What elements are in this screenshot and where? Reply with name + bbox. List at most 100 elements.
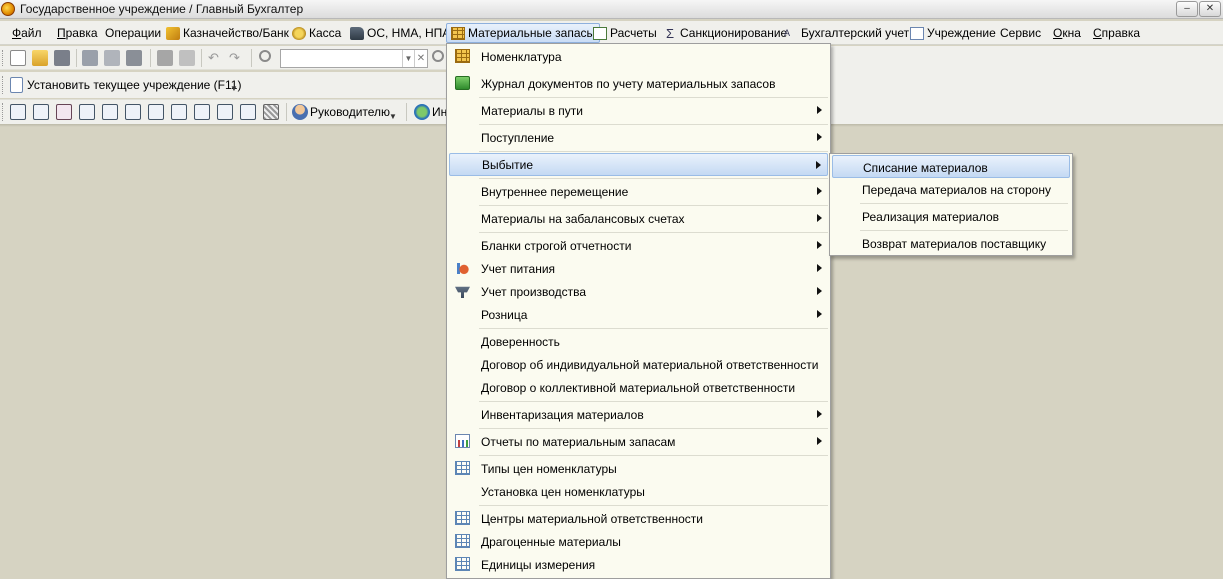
menu-help[interactable]: Справка — [1089, 23, 1144, 43]
menu-item-strict-forms[interactable]: Бланки строгой отчетности — [449, 234, 828, 257]
menu-settlements[interactable]: Расчеты — [589, 23, 661, 43]
menu-item-inventory[interactable]: Инвентаризация материалов — [449, 403, 828, 426]
menu-edit[interactable]: Правка — [53, 23, 102, 43]
undo-icon[interactable]: ↶ — [208, 50, 224, 66]
submenu-item-sale[interactable]: Реализация материалов — [832, 205, 1070, 228]
toolbar-separator — [286, 103, 287, 121]
menu-item-responsibility-centers[interactable]: Центры материальной ответственности — [449, 507, 828, 530]
save-icon[interactable] — [54, 50, 70, 66]
report-icon[interactable] — [56, 104, 72, 120]
grid-icon — [455, 49, 470, 63]
menu-separator — [479, 428, 828, 429]
submenu-arrow-icon — [817, 214, 822, 222]
menu-fixed-assets[interactable]: ОС, НМА, НПА — [346, 23, 454, 43]
menu-accounting-label: Бухгалтерский учет — [801, 26, 910, 40]
menu-item-receipt[interactable]: Поступление — [449, 126, 828, 149]
report-icon[interactable] — [33, 104, 49, 120]
submenu-item-write-off[interactable]: Списание материалов — [832, 155, 1070, 178]
standard-toolbar: ↶ ↷ ▼ ✕ — [0, 46, 446, 70]
report-icon[interactable] — [10, 104, 26, 120]
to-manager-dropdown-icon[interactable]: ▼ — [389, 112, 397, 121]
menu-item-food-accounting[interactable]: Учет питания — [449, 257, 828, 280]
paste-icon[interactable] — [126, 50, 142, 66]
menu-item-individual-liability-contract[interactable]: Договор об индивидуальной материальной о… — [449, 353, 828, 376]
open-folder-icon[interactable] — [32, 50, 48, 66]
menu-item-disposal[interactable]: Выбытие — [449, 153, 828, 176]
grid-icon — [455, 461, 470, 475]
submenu-arrow-icon — [817, 133, 822, 141]
minimize-button[interactable]: – — [1176, 1, 1198, 17]
report-icon[interactable] — [79, 104, 95, 120]
menu-item-materials-in-transit[interactable]: Материалы в пути — [449, 99, 828, 122]
report-icon — [455, 434, 470, 448]
report-icon[interactable] — [148, 104, 164, 120]
settlements-icon — [593, 26, 607, 40]
report-icon[interactable] — [240, 104, 256, 120]
menu-treasury-label: Казначейство/Банк — [183, 26, 289, 40]
menu-item-materials-journal[interactable]: Журнал документов по учету материальных … — [449, 72, 828, 95]
set-institution-dropdown-icon[interactable]: ▼ — [230, 84, 238, 93]
menu-item-materials-reports[interactable]: Отчеты по материальным запасам — [449, 430, 828, 453]
accounting-icon: A — [784, 27, 791, 38]
menu-item-off-balance-materials[interactable]: Материалы на забалансовых счетах — [449, 207, 828, 230]
menu-materials[interactable]: Материальные запасы — [446, 23, 601, 43]
menu-item-retail[interactable]: Розница — [449, 303, 828, 326]
table-report-icon[interactable] — [263, 104, 279, 120]
copy-icon[interactable] — [104, 50, 120, 66]
report-icon[interactable] — [102, 104, 118, 120]
toolbar-grip[interactable] — [2, 50, 5, 66]
toolbar-grip[interactable] — [2, 76, 5, 94]
menu-separator — [479, 401, 828, 402]
menu-windows[interactable]: Окна — [1049, 23, 1085, 43]
find-next-icon[interactable] — [432, 50, 444, 62]
report-icon[interactable] — [217, 104, 233, 120]
menu-separator — [479, 178, 828, 179]
menu-item-units[interactable]: Единицы измерения — [449, 553, 828, 576]
menu-service[interactable]: Сервис — [996, 23, 1045, 43]
menu-treasury[interactable]: Казначейство/Банк — [162, 23, 293, 43]
set-current-institution-button[interactable]: Установить текущее учреждение (F11) — [27, 78, 241, 92]
menu-item-precious-materials[interactable]: Драгоценные материалы — [449, 530, 828, 553]
search-icon[interactable] — [259, 50, 271, 62]
close-button[interactable]: ✕ — [1199, 1, 1221, 17]
search-dropdown-icon[interactable]: ▼ — [402, 50, 414, 67]
menu-cash[interactable]: Касса — [288, 23, 345, 43]
menu-separator — [479, 205, 828, 206]
menu-file[interactable]: Файл — [8, 23, 46, 43]
menu-item-set-prices[interactable]: Установка цен номенклатуры — [449, 480, 828, 503]
disposal-submenu: Списание материалов Передача материалов … — [829, 153, 1073, 256]
search-input[interactable]: ▼ ✕ — [280, 49, 428, 68]
menu-operations[interactable]: Операции — [101, 23, 165, 43]
menu-institution[interactable]: Учреждение — [906, 23, 1000, 43]
menu-separator — [479, 505, 828, 506]
globe-icon[interactable] — [414, 104, 430, 120]
report-icon[interactable] — [125, 104, 141, 120]
report-icon[interactable] — [171, 104, 187, 120]
print-preview-icon[interactable] — [179, 50, 195, 66]
search-clear-icon[interactable]: ✕ — [414, 50, 427, 67]
new-document-icon[interactable] — [10, 50, 26, 66]
menu-item-price-types[interactable]: Типы цен номенклатуры — [449, 457, 828, 480]
menu-accounting[interactable]: A Бухгалтерский учет — [780, 23, 913, 43]
to-manager-button[interactable]: Руководителю — [310, 105, 390, 119]
menu-sanctioning[interactable]: Σ Санкционирование — [659, 23, 791, 43]
submenu-item-transfer-outside[interactable]: Передача материалов на сторону — [832, 178, 1070, 201]
report-icon[interactable] — [194, 104, 210, 120]
submenu-item-return-to-supplier[interactable]: Возврат материалов поставщику — [832, 232, 1070, 255]
redo-icon[interactable]: ↷ — [229, 50, 245, 66]
menu-separator — [860, 203, 1068, 204]
toolbar-grip[interactable] — [2, 103, 5, 121]
print-icon[interactable] — [157, 50, 173, 66]
menu-item-label: Внутреннее перемещение — [481, 184, 629, 199]
grid-icon — [455, 511, 470, 525]
menu-item-power-of-attorney[interactable]: Доверенность — [449, 330, 828, 353]
menu-item-nomenclature[interactable]: Номенклатура — [449, 45, 828, 68]
menu-item-production-accounting[interactable]: Учет производства — [449, 280, 828, 303]
menu-item-internal-transfer[interactable]: Внутреннее перемещение — [449, 180, 828, 203]
info-button-label[interactable]: Ин — [432, 105, 447, 119]
institution-icon — [910, 26, 924, 40]
reports-toolbar: Руководителю ▼ Ин — [0, 99, 447, 124]
menu-item-collective-liability-contract[interactable]: Договор о коллективной материальной отве… — [449, 376, 828, 399]
food-icon — [455, 261, 470, 275]
cut-icon[interactable] — [82, 50, 98, 66]
